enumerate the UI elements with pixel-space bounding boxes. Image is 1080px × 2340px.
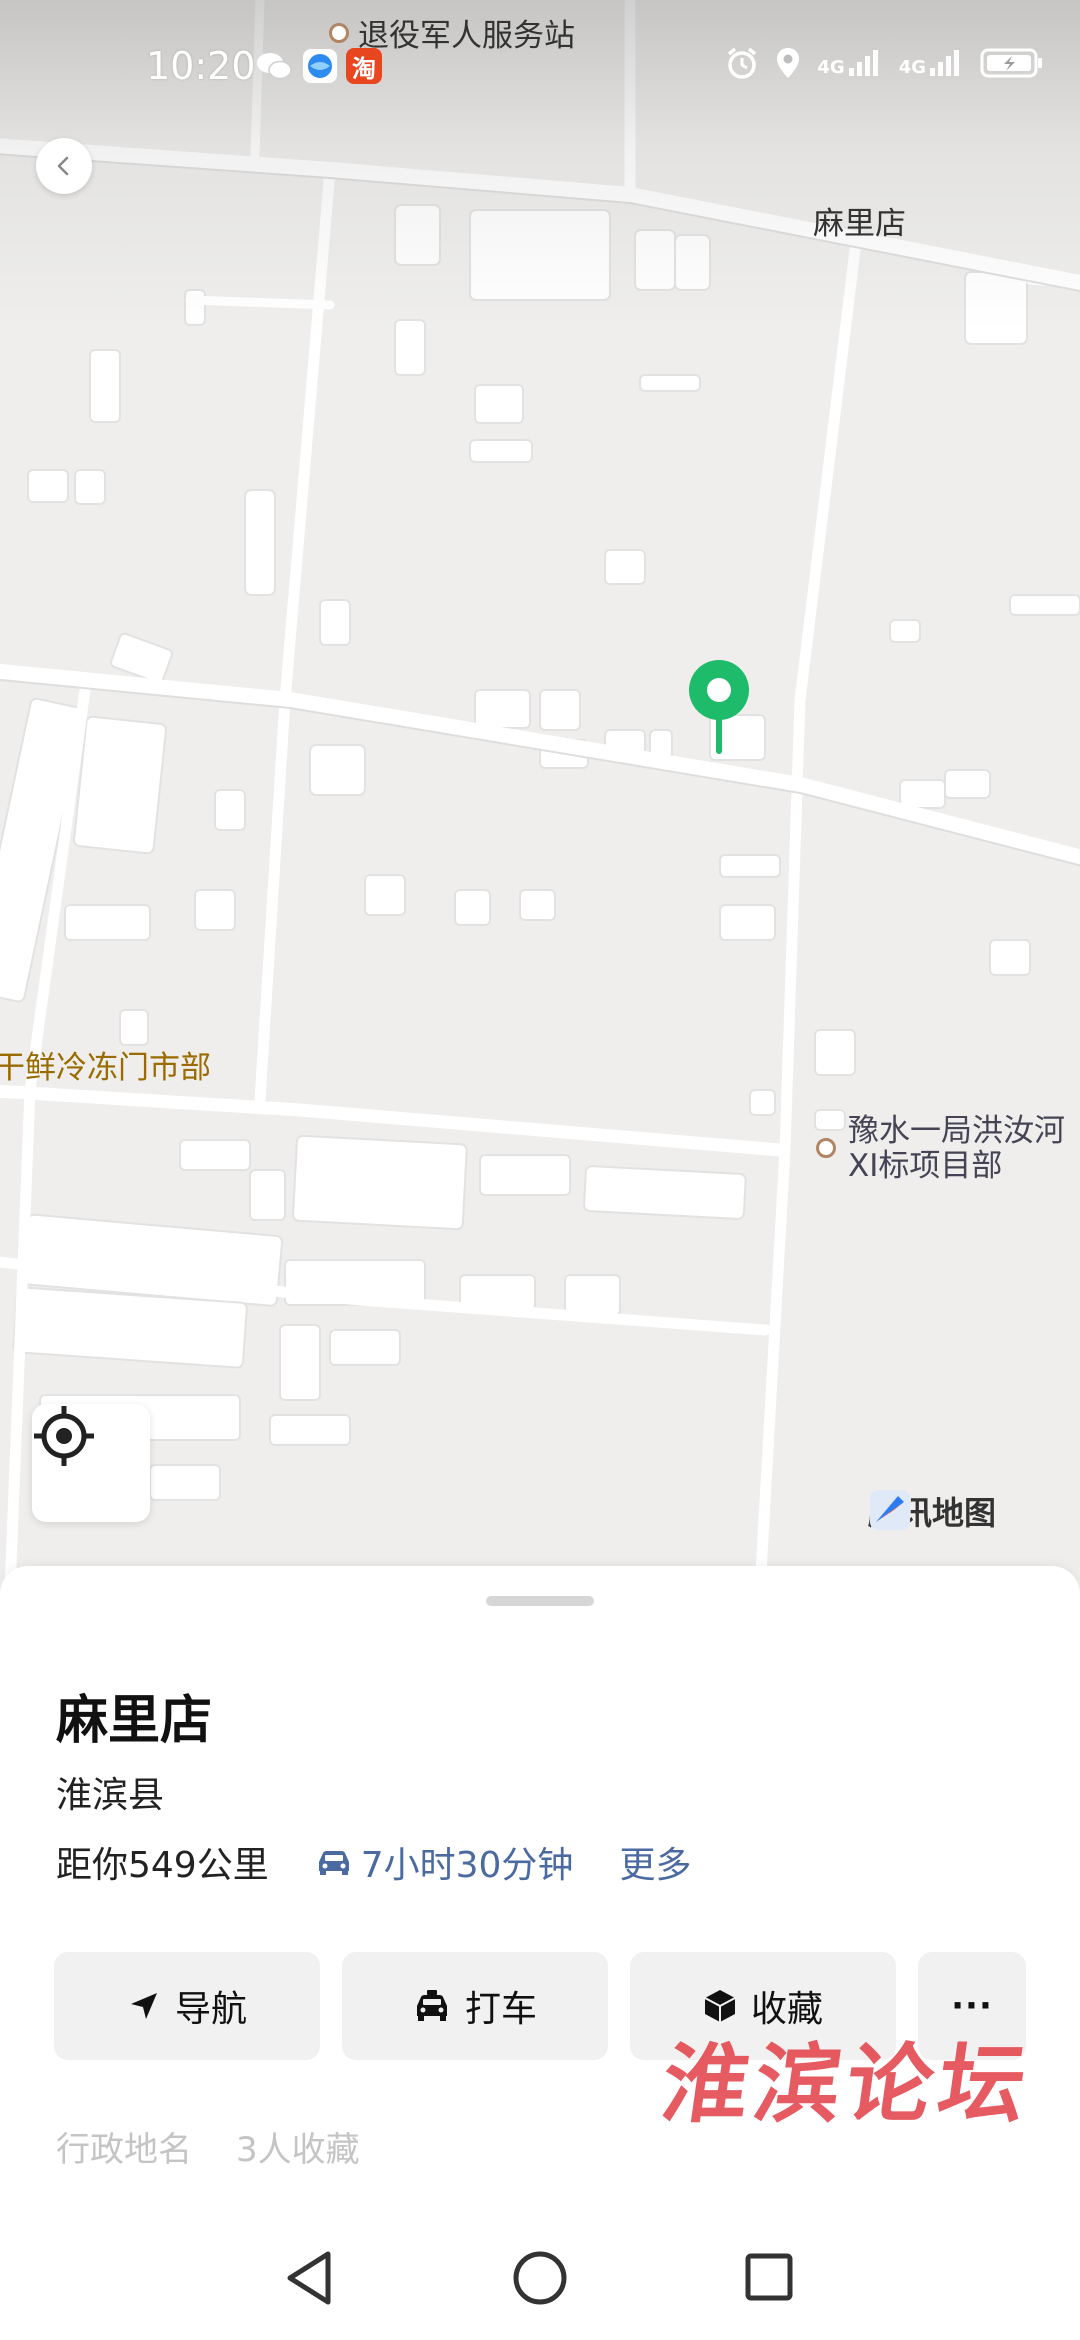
map-label-malidian[interactable]: 麻里店	[813, 198, 906, 243]
system-nav-bar	[0, 2216, 1080, 2340]
map-label-project-line2[interactable]: XI标项目部	[848, 1140, 1002, 1185]
network-type-label: 4G	[817, 57, 845, 78]
favorites-count: 3人收藏	[236, 2130, 360, 2170]
alarm-icon	[728, 47, 757, 79]
location-icon	[777, 48, 800, 78]
navigate-button[interactable]: 导航	[54, 1952, 320, 2060]
map-label-frozen-store[interactable]: 干鲜冷冻门市部	[0, 1042, 211, 1087]
forum-watermark: 淮滨论坛	[655, 2034, 1038, 2135]
place-title: 麻里店	[56, 1691, 213, 1751]
distance-text: 距你549公里	[56, 1845, 269, 1886]
signal-4g-icon: 4G	[899, 48, 964, 78]
chevron-left-icon	[57, 156, 69, 176]
drive-time-text: 7小时30分钟	[360, 1845, 574, 1886]
poi-dot[interactable]	[816, 1138, 836, 1158]
sheet-drag-handle[interactable]	[486, 1596, 594, 1606]
status-right-icons: 4G 4G	[725, 46, 1044, 80]
nav-recents-icon[interactable]	[744, 2252, 794, 2302]
taxi-label: 打车	[464, 1989, 537, 2030]
drive-time-link[interactable]: 7小时30分钟	[315, 1836, 574, 1888]
battery-charging-icon	[980, 48, 1042, 78]
status-time: 10:20	[146, 44, 256, 88]
back-button[interactable]	[36, 138, 92, 194]
taobao-icon: 淘	[346, 48, 382, 84]
browser-icon	[303, 49, 337, 83]
my-location-button[interactable]	[32, 1404, 150, 1522]
taxi-icon	[416, 1990, 447, 2021]
navigation-arrow-icon	[130, 1993, 157, 2019]
status-bar: 10:20 淘 4G 4G	[0, 36, 1080, 100]
nav-back-icon[interactable]	[282, 2248, 336, 2308]
distance-row: 距你549公里 7小时30分钟 更多	[56, 1836, 691, 1888]
wechat-icon	[257, 53, 292, 80]
place-region: 淮滨县	[56, 1775, 165, 1816]
tencent-map-logo: 腾讯地图	[868, 1488, 996, 1534]
location-pin-icon[interactable]	[686, 658, 752, 758]
navigate-label: 导航	[174, 1989, 247, 2030]
crosshair-icon	[34, 1406, 94, 1466]
signal-4g-icon: 4G	[817, 48, 882, 78]
map-view[interactable]: 退役军人服务站 麻里店 干鲜冷冻门市部 豫水一局洪汝河 XI标项目部 腾讯地图	[0, 0, 1080, 1580]
category-label: 行政地名	[56, 2130, 192, 2170]
car-icon	[318, 1851, 349, 1875]
more-link[interactable]: 更多	[619, 1836, 691, 1888]
tencent-map-icon	[870, 1490, 910, 1530]
taxi-button[interactable]: 打车	[342, 1952, 608, 2060]
map-canvas	[0, 0, 1080, 1580]
nav-home-icon[interactable]	[512, 2250, 568, 2306]
network-type-label: 4G	[898, 57, 926, 78]
meta-row: 行政地名 3人收藏	[56, 2122, 360, 2171]
